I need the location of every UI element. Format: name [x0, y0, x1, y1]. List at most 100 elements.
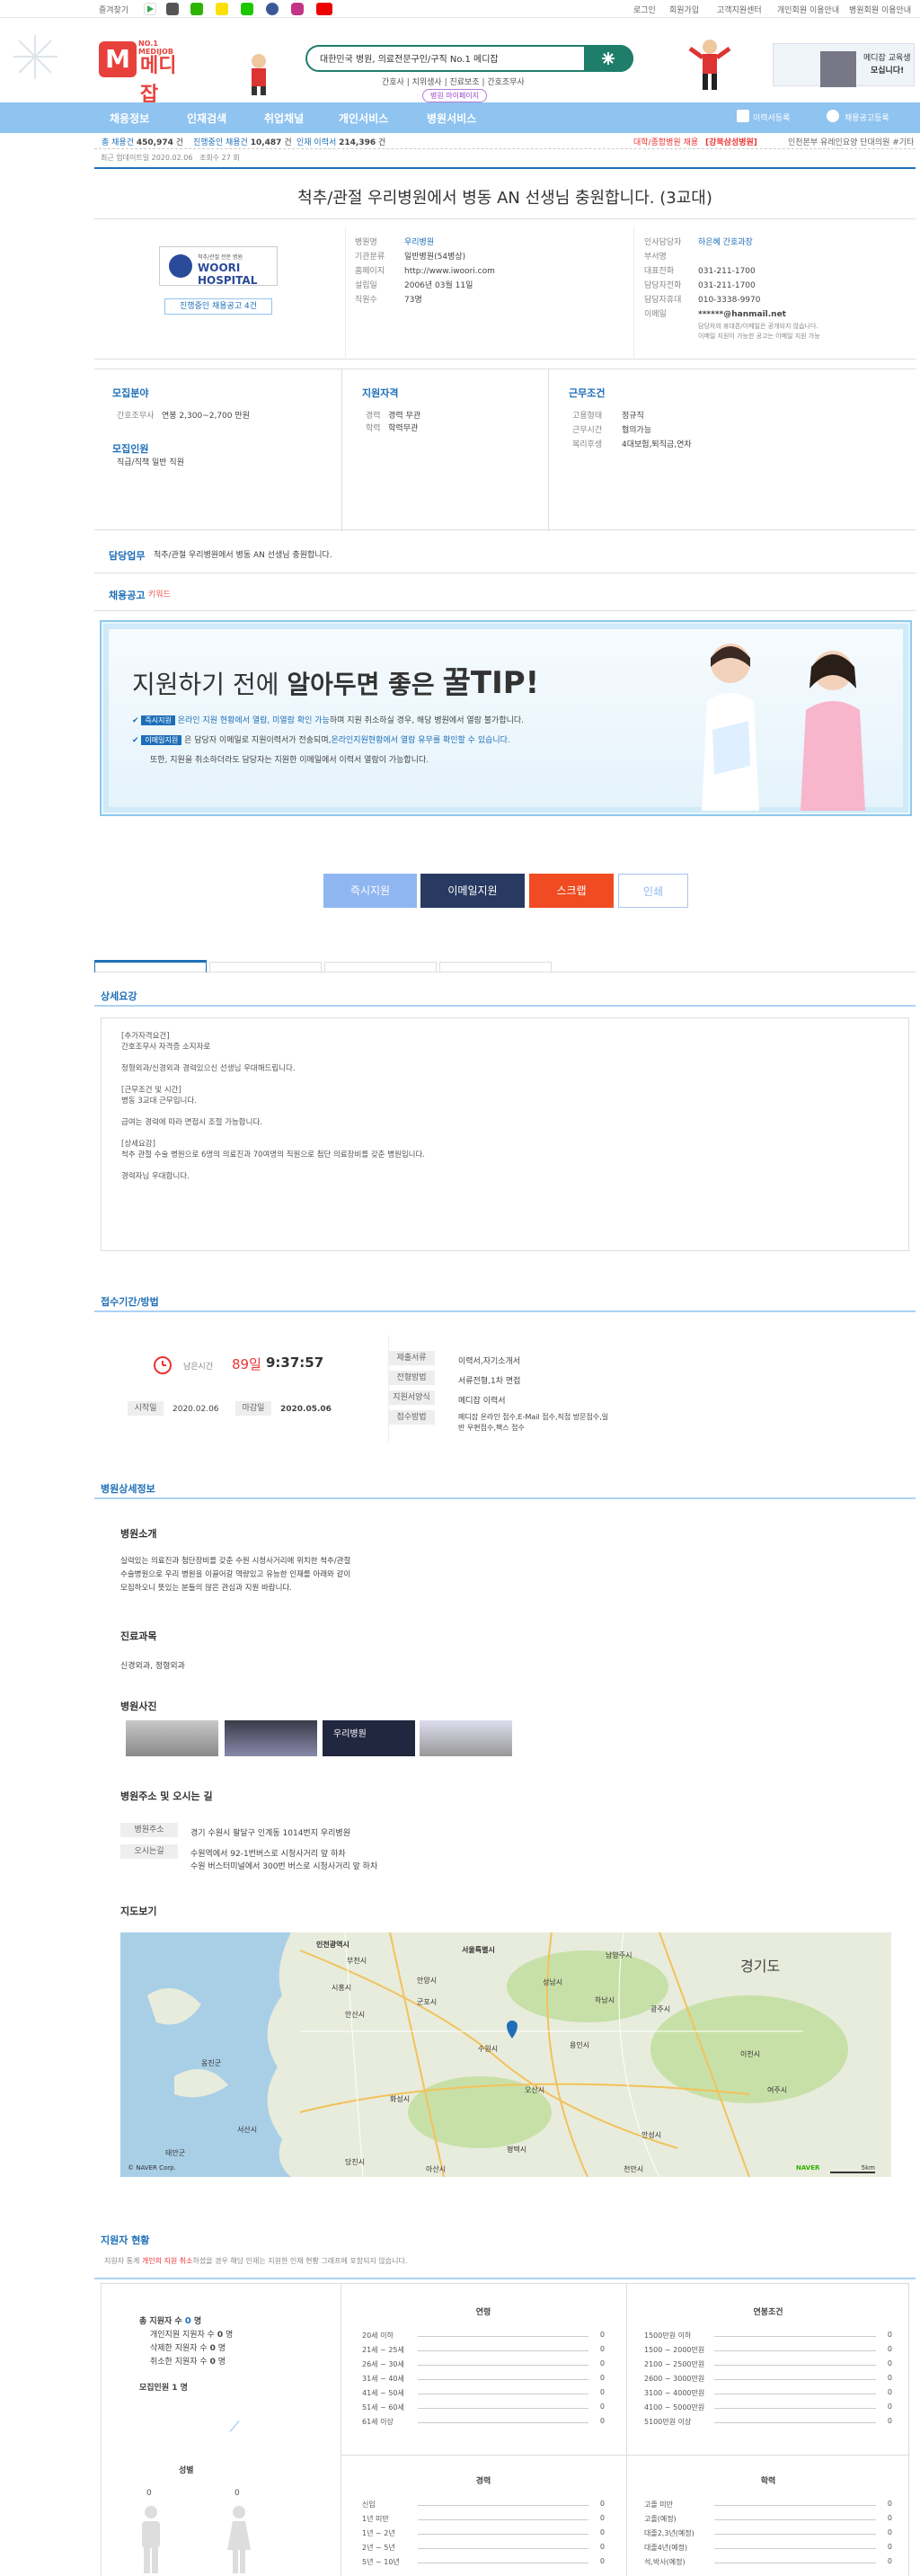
- proc-value: 서류전형,1차 면접: [458, 1377, 521, 1386]
- stat-row-value: 0: [887, 2345, 892, 2353]
- resume-register-link[interactable]: 이력서등록: [753, 111, 790, 123]
- intro-line: 모집하오니 뜻있는 분들의 많은 관심과 지원 바랍니다.: [120, 1584, 292, 1593]
- stat-row-value: 0: [599, 2557, 605, 2565]
- ticker[interactable]: 인천본부 유레인요양 단대의원 #기타: [788, 136, 914, 147]
- total-unit: 명: [193, 2317, 202, 2326]
- blog-icon[interactable]: [241, 3, 253, 15]
- tab-period[interactable]: [209, 962, 322, 973]
- map-view[interactable]: 인천광역시 부천시 서울특별시 경기도 시흥시 안양시 군포시 성남시 용인시 …: [120, 1932, 891, 2177]
- print-button[interactable]: 인쇄: [618, 874, 688, 908]
- stat-row-value: 0: [599, 2331, 605, 2339]
- salary-title: 연봉조건: [753, 2308, 783, 2317]
- tip-banner: 지원하기 전에 알아두면 좋은 꿀TIP! ✔ 즉시지원 온라인 지원 현황에서…: [100, 620, 912, 816]
- detail-line: 척추 관절 수술 병원으로 6명의 의료진과 70여명의 직원으로 첨단 의료장…: [121, 1150, 425, 1159]
- scrap-button[interactable]: 스크랩: [529, 874, 614, 908]
- stat-row-value: 0: [599, 2374, 605, 2382]
- male-count: 0: [146, 2489, 152, 2498]
- start-date: 2020.02.06: [172, 1405, 219, 1414]
- youtube-icon[interactable]: [316, 3, 332, 15]
- stat-row-bar: [418, 2422, 588, 2423]
- nav-item-jobs[interactable]: 채용정보: [110, 111, 149, 126]
- hospital-photo-4[interactable]: [420, 1720, 512, 1756]
- bookmark-link[interactable]: 즐겨찾기: [99, 4, 128, 15]
- special-hospital[interactable]: [강북삼성병원]: [705, 136, 757, 147]
- stat-row-bar: [418, 2365, 588, 2366]
- special-label[interactable]: 대학/종합병원 채용: [633, 136, 698, 147]
- nav-item-talent[interactable]: 인재검색: [187, 111, 226, 126]
- nav-item-personal[interactable]: 개인서비스: [339, 111, 388, 126]
- hospital-photo-3[interactable]: 우리병원: [323, 1720, 415, 1756]
- ongoing-label: 진행중인 채용건: [193, 138, 248, 147]
- stat-row-bar: [714, 2408, 876, 2409]
- map-label: 시흥시: [332, 1984, 352, 1992]
- email-key: 이메일: [644, 310, 667, 319]
- instagram-icon[interactable]: [291, 3, 304, 15]
- map-title: 지도보기: [120, 1905, 157, 1917]
- stat-row: 1500만원 이하 0: [644, 2331, 892, 2345]
- hospital-guide-link[interactable]: 병원회원 이용안내: [849, 4, 911, 15]
- hospital-name[interactable]: 우리병원: [404, 238, 434, 247]
- male-icon: [137, 2505, 164, 2573]
- line-icon[interactable]: [190, 3, 203, 15]
- detail-line: 병동 3교대 근무입니다.: [121, 1097, 197, 1106]
- map-label: 아산시: [426, 2165, 447, 2173]
- recruit-count: 1: [172, 2384, 178, 2393]
- email-apply-button[interactable]: 이메일지원: [420, 874, 525, 908]
- duty-text: 척추/관절 우리병원에서 병동 AN 선생님 충원합니다.: [154, 551, 332, 560]
- tab-detail[interactable]: [94, 960, 207, 973]
- tip-text-1b: 하며 지원 취소하실 경우, 해당 병원에서 열람 불가합니다.: [329, 716, 525, 725]
- employee-count: 73명: [404, 296, 422, 305]
- home-key: 홈페이지: [355, 267, 385, 276]
- stat-row-value: 0: [599, 2417, 605, 2425]
- stat-row: 대졸4년(예정) 0: [644, 2543, 892, 2557]
- recruit-count-key: 모집인원: [139, 2384, 170, 2393]
- customer-center-link[interactable]: 고객지원센터: [717, 4, 762, 15]
- detail-section-title: 상세요강: [101, 990, 137, 1002]
- search-keywords[interactable]: 간호사 | 치위생사 | 진료보조 | 간호조무사: [382, 76, 525, 87]
- nav-item-channel[interactable]: 취업채널: [264, 111, 304, 126]
- applicants: 0: [217, 2331, 224, 2340]
- tab-hospital[interactable]: [324, 962, 437, 973]
- stat-row-value: 0: [599, 2403, 605, 2411]
- post-icon: [827, 110, 839, 122]
- stat-row-label: 신입: [362, 2500, 376, 2509]
- tel-key: 대표전화: [644, 267, 675, 276]
- hospital-location-pin: [507, 2021, 518, 2039]
- hospital-photo-2[interactable]: [225, 1720, 317, 1756]
- personal-guide-link[interactable]: 개인회원 이용안내: [777, 4, 839, 15]
- education-ad-banner[interactable]: 메디잡 교육생 모십니다!: [773, 43, 915, 87]
- apply-now-button[interactable]: 즉시지원: [323, 874, 417, 908]
- login-link[interactable]: 로그인: [633, 4, 656, 15]
- hospital-homepage[interactable]: http://www.iwoori.com: [404, 267, 495, 276]
- stat-row: 1년 미만 0: [362, 2514, 605, 2528]
- map-credit: © NAVER Corp.: [128, 2164, 176, 2172]
- alarm-clock-icon: [151, 1353, 174, 1376]
- post-register-link[interactable]: 채용공고등록: [845, 111, 889, 123]
- tab-stats[interactable]: [439, 962, 552, 973]
- stat-row-label: 1500만원 이하: [644, 2332, 692, 2340]
- kakao-icon[interactable]: [216, 3, 228, 15]
- doc-value: 이력서,자기소개서: [458, 1357, 521, 1366]
- nav-item-hospital[interactable]: 병원서비스: [427, 111, 476, 126]
- note-1: 담당자의 휴대폰/이메일은 공개되지 않습니다.: [698, 323, 818, 330]
- hospital-photo-1[interactable]: [126, 1720, 218, 1756]
- hospital-mypage-badge[interactable]: 병원 마이페이지: [422, 89, 488, 102]
- search-input[interactable]: [320, 47, 589, 68]
- keyword-label: 채용공고: [109, 590, 146, 601]
- facebook-icon[interactable]: [266, 3, 279, 15]
- google-play-icon[interactable]: [144, 3, 156, 15]
- total-unit: 명: [225, 2331, 234, 2340]
- note-2: 이메일 지원이 가능한 공고는 이메일 지원 가능: [698, 333, 820, 340]
- map-label: 서산시: [237, 2126, 258, 2134]
- ongoing-posts-button[interactable]: 진행중인 채용공고 4건: [164, 298, 272, 315]
- search-button[interactable]: [584, 45, 633, 72]
- cancel-key: 취소한 지원자 수: [150, 2358, 208, 2367]
- emp-key: 직원수: [355, 296, 377, 305]
- medijob-logo[interactable]: M NO.1 MEDIJOB 메디잡: [99, 34, 181, 106]
- stat-row-label: 1500 ~ 2000만원: [644, 2346, 705, 2354]
- join-link[interactable]: 회원가입: [669, 4, 699, 15]
- apple-icon[interactable]: [166, 3, 179, 15]
- work-conditions-title: 근무조건: [569, 387, 606, 399]
- map-label: 성남시: [543, 1978, 563, 1986]
- stat-row-bar: [418, 2408, 588, 2409]
